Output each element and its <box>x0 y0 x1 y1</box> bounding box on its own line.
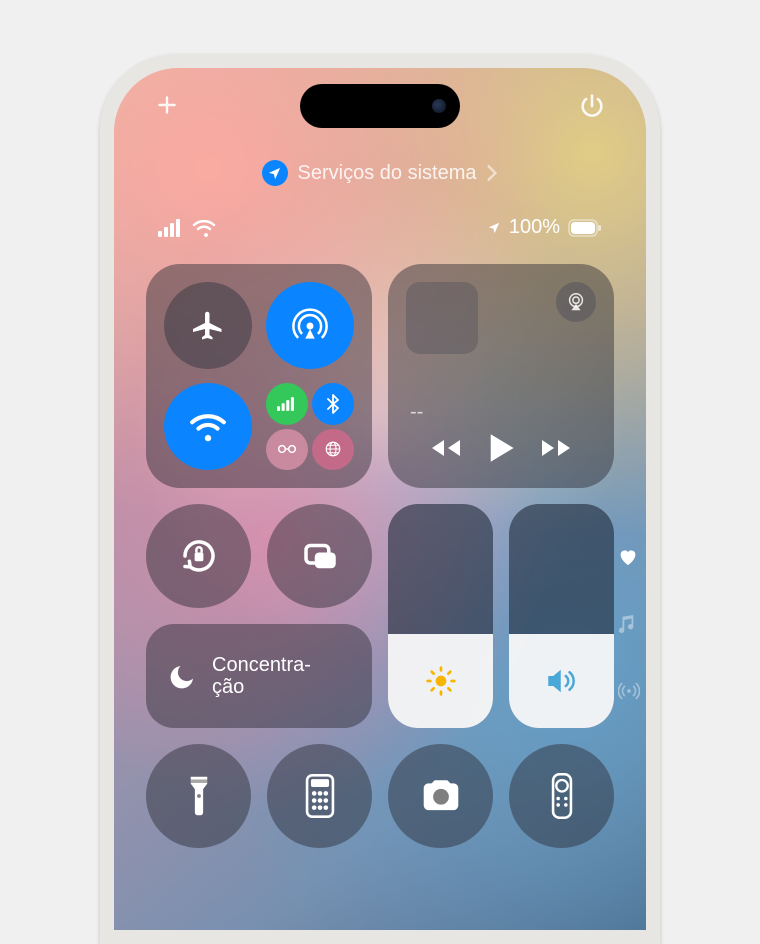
camera-icon <box>419 778 463 814</box>
plus-icon <box>154 92 180 118</box>
play-button[interactable] <box>487 432 515 464</box>
control-center-screen: Serviços do sistema <box>114 68 646 930</box>
phone-frame: Serviços do sistema <box>100 54 660 944</box>
bluetooth-icon <box>326 394 340 414</box>
dynamic-island <box>300 84 460 128</box>
bluetooth-toggle[interactable] <box>312 383 354 425</box>
front-camera-dot <box>432 99 446 113</box>
personal-hotspot-toggle[interactable] <box>266 429 308 471</box>
location-indicator <box>262 160 288 186</box>
screen-mirroring-icon <box>299 535 341 577</box>
airdrop-toggle[interactable] <box>266 282 354 369</box>
rewind-icon <box>428 436 462 460</box>
system-services-row[interactable]: Serviços do sistema <box>114 160 646 186</box>
focus-label: Concentra- ção <box>212 654 311 698</box>
orientation-lock-icon <box>178 535 220 577</box>
airplay-button[interactable] <box>556 282 596 322</box>
power-button[interactable] <box>578 92 606 120</box>
page-indicator-music[interactable] <box>618 614 640 634</box>
speaker-icon <box>544 666 580 696</box>
fast-forward-button[interactable] <box>540 436 574 460</box>
power-icon <box>578 92 606 120</box>
antenna-icon <box>618 682 640 700</box>
battery-icon <box>568 219 602 237</box>
globe-icon <box>324 440 342 458</box>
calculator-icon <box>304 774 336 818</box>
wifi-icon <box>192 219 216 237</box>
apple-tv-remote-button[interactable] <box>509 744 614 848</box>
battery-text: 100% <box>509 216 560 239</box>
play-icon <box>487 432 515 464</box>
connectivity-subgrid <box>266 383 354 470</box>
now-playing-title: -- <box>410 401 596 424</box>
control-center-grid: -- <box>146 264 614 848</box>
cellular-toggle[interactable] <box>266 383 308 425</box>
music-note-icon <box>618 614 636 634</box>
airplane-mode-toggle[interactable] <box>164 282 252 369</box>
camera-button[interactable] <box>388 744 493 848</box>
hotspot-icon <box>277 443 297 455</box>
rewind-button[interactable] <box>428 436 462 460</box>
remote-icon <box>551 773 573 819</box>
album-art-placeholder <box>406 282 478 354</box>
status-bar: 100% <box>114 216 646 239</box>
location-icon <box>267 166 282 181</box>
cellular-icon <box>277 397 297 411</box>
services-label: Serviços do sistema <box>298 162 477 185</box>
page-indicators[interactable] <box>618 548 640 700</box>
airdrop-icon <box>291 307 329 345</box>
wifi-toggle[interactable] <box>164 383 252 470</box>
calculator-button[interactable] <box>267 744 372 848</box>
sun-icon <box>425 665 457 697</box>
flashlight-button[interactable] <box>146 744 251 848</box>
media-module[interactable]: -- <box>388 264 614 488</box>
page-indicator-favorites[interactable] <box>618 548 640 566</box>
chevron-right-icon <box>486 164 498 182</box>
heart-icon <box>618 548 638 566</box>
fast-forward-icon <box>540 436 574 460</box>
volume-fill <box>509 634 614 728</box>
wifi-icon <box>189 408 227 446</box>
airplane-icon <box>190 308 226 344</box>
volume-slider[interactable] <box>509 504 614 728</box>
location-arrow-icon <box>487 221 501 235</box>
moon-icon <box>168 661 198 691</box>
airplay-icon <box>565 291 587 313</box>
focus-button[interactable]: Concentra- ção <box>146 624 372 728</box>
cellular-signal-icon <box>158 219 184 237</box>
page-indicator-connectivity[interactable] <box>618 682 640 700</box>
brightness-fill <box>388 634 493 728</box>
add-control-button[interactable] <box>154 92 180 120</box>
brightness-slider[interactable] <box>388 504 493 728</box>
vpn-toggle[interactable] <box>312 429 354 471</box>
flashlight-icon <box>186 774 212 818</box>
screen-mirroring-button[interactable] <box>267 504 372 608</box>
orientation-lock-toggle[interactable] <box>146 504 251 608</box>
connectivity-module[interactable] <box>146 264 372 488</box>
